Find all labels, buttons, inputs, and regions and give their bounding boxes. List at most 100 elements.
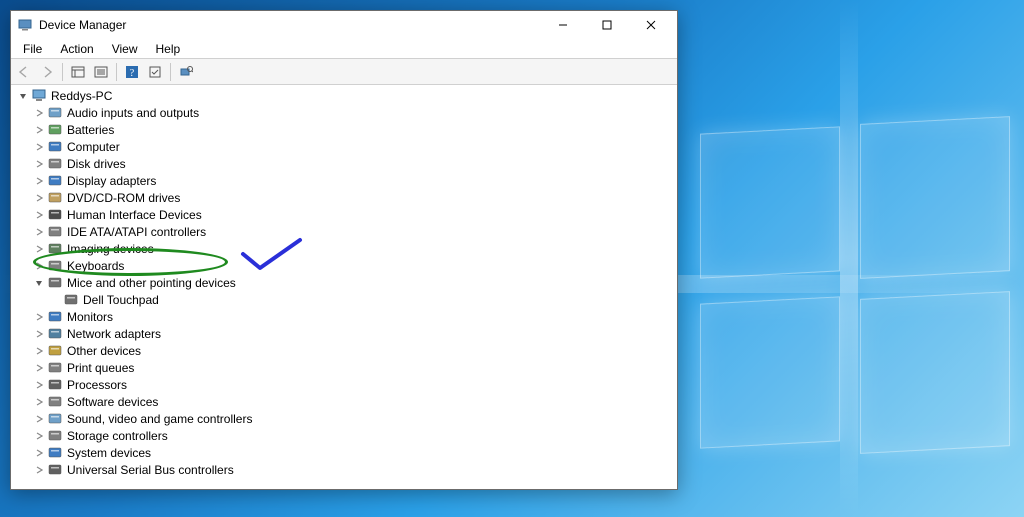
expand-icon[interactable] [31,139,47,155]
expand-icon[interactable] [31,105,47,121]
category-icon [47,156,63,172]
tree-item[interactable]: Display adapters [11,172,677,189]
tree-item[interactable]: IDE ATA/ATAPI controllers [11,223,677,240]
toolbar-refresh-button[interactable] [144,61,166,83]
expand-icon[interactable] [31,411,47,427]
tree-item[interactable]: Human Interface Devices [11,206,677,223]
wallpaper-light-vertical [840,0,858,517]
tree-item[interactable]: Network adapters [11,325,677,342]
minimize-button[interactable] [541,11,585,39]
computer-icon [31,88,47,104]
wallpaper-pane-tr [860,116,1010,279]
menu-view[interactable]: View [104,40,146,58]
category-icon [47,207,63,223]
tree-item[interactable]: Monitors [11,308,677,325]
tree-item-label: Computer [67,140,120,154]
expand-icon[interactable] [31,190,47,206]
tree-item-label: System devices [67,446,151,460]
expand-icon[interactable] [31,394,47,410]
tree-item[interactable]: Mice and other pointing devices [11,274,677,291]
category-icon [47,139,63,155]
category-icon [47,411,63,427]
wallpaper-pane-bl [700,296,840,448]
collapse-icon[interactable] [31,275,47,291]
expand-icon[interactable] [31,173,47,189]
menu-file[interactable]: File [15,40,50,58]
expand-icon[interactable] [31,462,47,478]
tree-item[interactable]: Imaging devices [11,240,677,257]
category-icon [47,105,63,121]
close-button[interactable] [629,11,673,39]
expand-icon[interactable] [31,343,47,359]
expand-icon[interactable] [31,445,47,461]
expand-icon[interactable] [31,428,47,444]
tree-item-label: DVD/CD-ROM drives [67,191,180,205]
toolbar-list-button[interactable] [67,61,89,83]
tree-item-label: Sound, video and game controllers [67,412,252,426]
tree-item-label: Processors [67,378,127,392]
window-title: Device Manager [39,18,541,32]
device-manager-window: Device Manager File Action View Help [10,10,678,490]
menu-help[interactable]: Help [148,40,189,58]
tree-item[interactable]: Sound, video and game controllers [11,410,677,427]
category-icon [47,343,63,359]
tree-item-label: Network adapters [67,327,161,341]
expand-icon[interactable] [31,258,47,274]
tree-item-label: Software devices [67,395,158,409]
tree-item[interactable]: Software devices [11,393,677,410]
tree-item[interactable]: System devices [11,444,677,461]
tree-item-label: Mice and other pointing devices [67,276,236,290]
category-icon [47,275,63,291]
expand-icon[interactable] [31,241,47,257]
toolbar-separator [116,63,117,81]
tree-item[interactable]: Keyboards [11,257,677,274]
forward-button[interactable] [36,61,58,83]
tree-root[interactable]: Reddys-PC [11,87,677,104]
tree-item[interactable]: Storage controllers [11,427,677,444]
maximize-button[interactable] [585,11,629,39]
tree-child-item[interactable]: Dell Touchpad [11,291,677,308]
category-icon [47,445,63,461]
device-tree[interactable]: Reddys-PCAudio inputs and outputs Batteri… [11,85,677,489]
toolbar-separator [62,63,63,81]
menubar: File Action View Help [11,39,677,59]
toolbar-details-button[interactable] [90,61,112,83]
back-button[interactable] [13,61,35,83]
expand-icon[interactable] [31,122,47,138]
tree-item[interactable]: Processors [11,376,677,393]
expand-icon[interactable] [31,377,47,393]
tree-item-label: IDE ATA/ATAPI controllers [67,225,206,239]
category-icon [47,360,63,376]
toolbar: ? [11,59,677,85]
category-icon [47,241,63,257]
tree-item-label: Batteries [67,123,114,137]
tree-item[interactable]: DVD/CD-ROM drives [11,189,677,206]
tree-item-label: Print queues [67,361,134,375]
expand-icon[interactable] [31,156,47,172]
tree-item[interactable]: Print queues [11,359,677,376]
wallpaper-pane-br [860,291,1010,454]
tree-item[interactable]: Disk drives [11,155,677,172]
category-icon [47,122,63,138]
collapse-icon[interactable] [15,88,31,104]
tree-item-label: Keyboards [67,259,124,273]
tree-item[interactable]: Other devices [11,342,677,359]
tree-item[interactable]: Computer [11,138,677,155]
toolbar-scan-button[interactable] [175,61,197,83]
expand-icon[interactable] [31,309,47,325]
titlebar[interactable]: Device Manager [11,11,677,39]
toolbar-separator [170,63,171,81]
tree-item[interactable]: Batteries [11,121,677,138]
expand-icon[interactable] [31,207,47,223]
menu-action[interactable]: Action [52,40,101,58]
expand-icon[interactable] [31,326,47,342]
category-icon [47,428,63,444]
tree-item[interactable]: Audio inputs and outputs [11,104,677,121]
toolbar-help-button[interactable]: ? [121,61,143,83]
app-icon [17,17,33,33]
expand-icon[interactable] [31,224,47,240]
tree-item-label: Display adapters [67,174,156,188]
tree-root-label: Reddys-PC [51,89,112,103]
tree-item[interactable]: Universal Serial Bus controllers [11,461,677,478]
expand-icon[interactable] [31,360,47,376]
